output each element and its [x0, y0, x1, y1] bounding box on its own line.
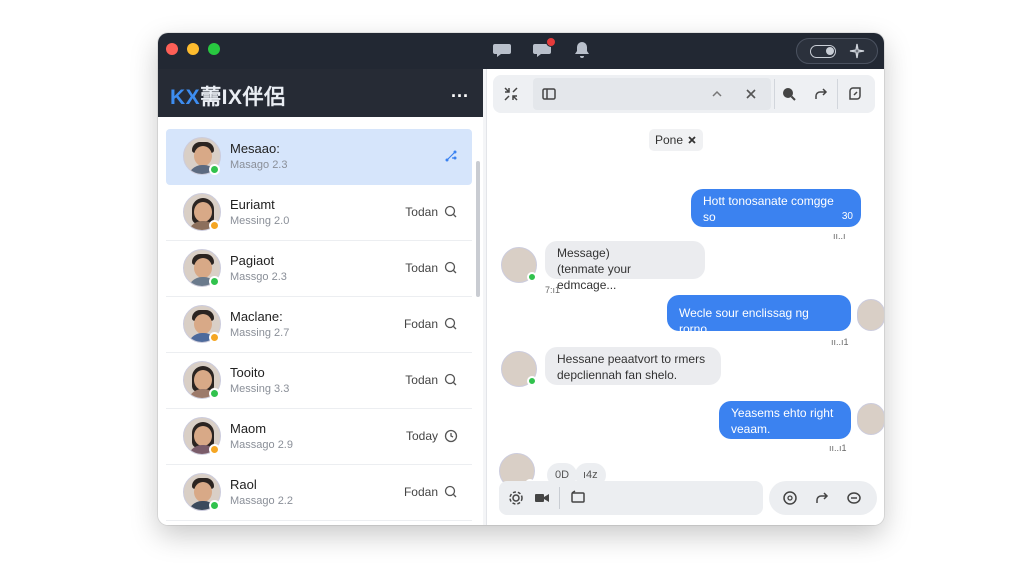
chat-time: Fodan — [403, 485, 438, 499]
link-icon[interactable] — [843, 487, 865, 509]
toolbar-field[interactable] — [533, 78, 771, 110]
video-icon[interactable] — [531, 487, 553, 509]
screen-icon[interactable] — [567, 487, 589, 509]
chat-list-item[interactable]: Maom Massago 2.9 Today — [166, 409, 472, 465]
title-bar-controls — [796, 38, 878, 64]
chat-name: Tooito — [230, 365, 265, 380]
date-chip: Pone — [649, 129, 704, 151]
toggle-icon[interactable] — [809, 44, 836, 58]
chat-preview: Massago 2.9 — [230, 439, 293, 451]
search-icon[interactable] — [777, 82, 801, 106]
chat-list-item[interactable]: Tooito Messing 3.3 Todan — [166, 353, 472, 409]
window-controls — [166, 43, 220, 55]
chat-preview: Messing 3.3 — [230, 383, 290, 395]
chat-list-item[interactable]: Raol Massago 2.2 Fodan — [166, 465, 472, 521]
presence-status-dot — [209, 388, 220, 399]
message-meta: ıı..ı — [833, 231, 846, 241]
chat-list-item[interactable]: Pagiaot Massgo 2.3 Todan — [166, 241, 472, 297]
sidebar-header: KX薷IX伴侶 ... — [158, 69, 483, 117]
chat-time: Todan — [405, 373, 438, 387]
search-chat-icon[interactable] — [444, 261, 458, 275]
message-bubble-outgoing[interactable]: Hott tonosanate comgge so tuxsecanono...… — [691, 189, 861, 240]
close-icon[interactable] — [739, 82, 763, 106]
chat-name: Euriamt — [230, 197, 275, 212]
message-meta: 7:ı1 — [545, 285, 561, 295]
chat-time: Todan — [405, 261, 438, 275]
search-chat-icon[interactable] — [444, 317, 458, 331]
app-window: KX薷IX伴侶 ... Mesaao: Masago 2.3 Euriamt M… — [158, 33, 884, 525]
sidebar-scrollbar[interactable] — [476, 161, 480, 297]
search-chat-icon[interactable] — [444, 373, 458, 387]
chat-list: Mesaao: Masago 2.3 Euriamt Messing 2.0 T… — [166, 129, 472, 521]
my-avatar[interactable] — [857, 299, 884, 331]
message-meta: ıı..ı1 — [831, 337, 849, 347]
chat-preview: Messing 2.0 — [230, 215, 290, 227]
close-chip-icon[interactable] — [687, 135, 697, 145]
conversation-pane: Pone Hott tonosanate comgge so tuxsecano… — [486, 69, 884, 525]
chat-name: Maclane: — [230, 309, 283, 324]
emoji-icon[interactable] — [779, 487, 801, 509]
chat-preview: Massago 2.2 — [230, 495, 293, 507]
more-options-button[interactable]: ... — [451, 81, 469, 102]
chat-name: Maom — [230, 421, 267, 436]
search-chat-icon[interactable] — [444, 205, 458, 219]
chat-time: Today — [405, 429, 438, 443]
presence-status-dot — [209, 444, 220, 455]
chat-preview: Masago 2.3 — [230, 159, 288, 171]
chat-time: Fodan — [403, 317, 438, 331]
presence-status-dot — [209, 332, 220, 343]
message-bubble-incoming[interactable]: Message) (tenmate your edmcage... — [545, 241, 705, 292]
presence-status-dot — [209, 500, 220, 511]
maximize-window-button[interactable] — [208, 43, 220, 55]
message-bubble-outgoing[interactable]: Wecle sour enclissag ng rorno — [667, 295, 851, 336]
chat-name: Mesaao: — [230, 141, 280, 156]
message-area: Pone Hott tonosanate comgge so tuxsecano… — [487, 119, 884, 489]
chat-preview: Massing 2.7 — [230, 327, 290, 339]
chat-bubble-icon[interactable] — [492, 40, 512, 60]
notification-badge — [546, 37, 556, 47]
message-bubble-incoming[interactable]: Hessane peaatvort to rmers depcliennah f… — [545, 347, 721, 385]
minimize-window-button[interactable] — [187, 43, 199, 55]
chat-toolbar — [493, 75, 875, 113]
clock-icon[interactable] — [444, 429, 458, 443]
collapse-icon[interactable] — [499, 82, 523, 106]
app-title: KX薷IX伴侶 — [170, 86, 286, 109]
book-icon[interactable] — [537, 82, 561, 106]
presence-status-dot — [209, 220, 220, 231]
sticker-icon[interactable] — [843, 82, 867, 106]
connection-icon[interactable] — [444, 149, 458, 163]
chat-list-item[interactable]: Maclane: Massing 2.7 Fodan — [166, 297, 472, 353]
chat-preview: Massgo 2.3 — [230, 271, 287, 283]
chat-list-item[interactable]: Mesaao: Masago 2.3 — [166, 129, 472, 185]
close-window-button[interactable] — [166, 43, 178, 55]
presence-status-dot — [209, 276, 220, 287]
sparkle-icon[interactable] — [849, 43, 865, 59]
search-chat-icon[interactable] — [444, 485, 458, 499]
online-status-dot — [527, 376, 537, 386]
online-status-dot — [527, 272, 537, 282]
share-icon[interactable] — [809, 82, 833, 106]
chevron-up-icon[interactable] — [705, 82, 729, 106]
message-meta: ıı..ı1 — [829, 443, 847, 453]
my-avatar[interactable] — [857, 403, 884, 435]
presence-status-dot — [209, 164, 220, 175]
notification-chat-icon[interactable] — [532, 37, 556, 60]
chat-name: Raol — [230, 477, 257, 492]
chat-time: Todan — [405, 205, 438, 219]
message-bubble-outgoing[interactable]: Yeasems ehto right veaam. — [719, 401, 851, 439]
chat-list-item[interactable]: Euriamt Messing 2.0 Todan — [166, 185, 472, 241]
message-composer — [493, 477, 879, 517]
chat-sidebar: KX薷IX伴侶 ... Mesaao: Masago 2.3 Euriamt M… — [158, 69, 483, 525]
chat-name: Pagiaot — [230, 253, 275, 268]
composer-actions — [769, 481, 877, 515]
bell-icon[interactable] — [572, 40, 592, 60]
title-bar — [158, 33, 884, 69]
settings-icon[interactable] — [505, 487, 527, 509]
share-icon[interactable] — [811, 487, 833, 509]
composer-input[interactable] — [499, 481, 763, 515]
